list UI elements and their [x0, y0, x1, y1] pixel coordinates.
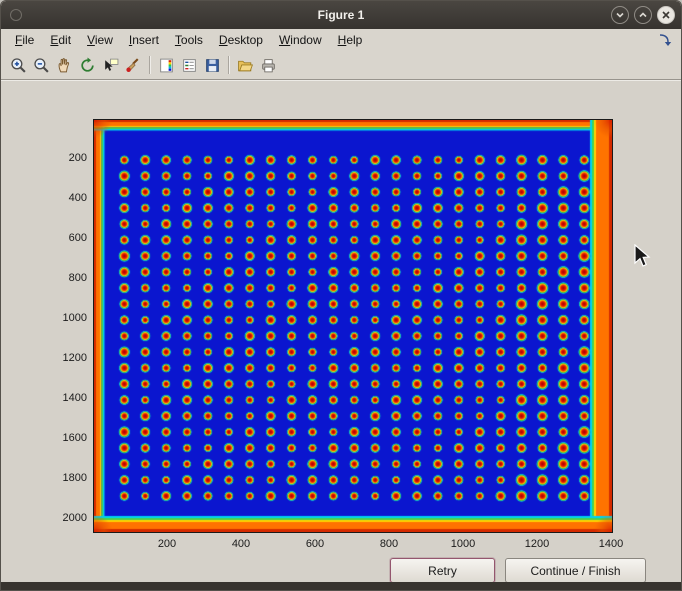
save-icon — [204, 57, 221, 74]
chevron-up-icon — [637, 9, 649, 21]
y-tick-label: 600 — [41, 232, 87, 244]
x-tick-label: 600 — [291, 538, 339, 550]
x-tick-label: 400 — [217, 538, 265, 550]
x-tick-label: 800 — [365, 538, 413, 550]
print-button[interactable] — [257, 54, 280, 77]
menubar-items: FileEditViewInsertToolsDesktopWindowHelp — [1, 29, 681, 51]
rotate-3d-button[interactable] — [76, 54, 99, 77]
y-tick-label: 200 — [41, 152, 87, 164]
print-icon — [260, 57, 277, 74]
window-title: Figure 1 — [1, 8, 681, 22]
x-tick-label: 1000 — [439, 538, 487, 550]
rotate-3d-icon — [79, 57, 96, 74]
menu-help[interactable]: Help — [330, 29, 371, 51]
y-tick-label: 1400 — [41, 392, 87, 404]
brush-icon — [125, 57, 142, 74]
menu-file[interactable]: File — [7, 29, 42, 51]
data-cursor-icon — [102, 57, 119, 74]
menu-tools[interactable]: Tools — [167, 29, 211, 51]
zoom-in-button[interactable] — [7, 54, 30, 77]
figure-client-area: 200 400 600 800 1000 1200 1400 1600 1800 2000 200… — [1, 81, 681, 582]
y-tick-label: 1600 — [41, 432, 87, 444]
x-tick-label: 200 — [143, 538, 191, 550]
insert-colorbar-icon — [158, 57, 175, 74]
pan-button[interactable] — [53, 54, 76, 77]
toolbar-divider — [228, 56, 230, 74]
minimize-button[interactable] — [611, 6, 629, 24]
menubar: FileEditViewInsertToolsDesktopWindowHelp — [1, 29, 681, 51]
window-border-bottom — [1, 582, 681, 590]
save-button[interactable] — [201, 54, 224, 77]
menu-desktop[interactable]: Desktop — [211, 29, 271, 51]
menu-insert[interactable]: Insert — [121, 29, 167, 51]
close-button[interactable] — [657, 6, 675, 24]
y-tick-label: 1000 — [41, 312, 87, 324]
menu-view[interactable]: View — [79, 29, 121, 51]
y-tick-label: 800 — [41, 272, 87, 284]
window-controls — [611, 6, 675, 24]
zoom-in-icon — [10, 57, 27, 74]
curved-arrow-icon — [657, 32, 673, 48]
zoom-out-icon — [33, 57, 50, 74]
open-folder-button[interactable] — [234, 54, 257, 77]
insert-legend-icon — [181, 57, 198, 74]
menu-window[interactable]: Window — [271, 29, 330, 51]
open-folder-icon — [237, 57, 254, 74]
data-cursor-button[interactable] — [99, 54, 122, 77]
y-tick-label: 400 — [41, 192, 87, 204]
zoom-out-button[interactable] — [30, 54, 53, 77]
menu-edit[interactable]: Edit — [42, 29, 79, 51]
toolbar — [1, 51, 681, 79]
x-tick-label: 1400 — [587, 538, 635, 550]
insert-colorbar-button[interactable] — [155, 54, 178, 77]
insert-legend-button[interactable] — [178, 54, 201, 77]
retry-button[interactable]: Retry — [390, 558, 495, 583]
y-tick-label: 2000 — [41, 512, 87, 524]
close-icon — [660, 9, 672, 21]
maximize-button[interactable] — [634, 6, 652, 24]
x-tick-label: 1200 — [513, 538, 561, 550]
brush-button[interactable] — [122, 54, 145, 77]
mouse-cursor — [634, 244, 652, 270]
titlebar[interactable]: Figure 1 — [1, 1, 681, 29]
figure-image[interactable] — [94, 120, 612, 532]
toolbar-divider — [149, 56, 151, 74]
chevron-down-icon — [614, 9, 626, 21]
y-tick-label: 1200 — [41, 352, 87, 364]
pan-icon — [56, 57, 73, 74]
axes[interactable] — [93, 119, 613, 533]
continue-finish-button[interactable]: Continue / Finish — [505, 558, 646, 583]
figure-window: Figure 1 FileEditViewInsertToolsDesktopW… — [0, 0, 682, 591]
y-tick-label: 1800 — [41, 472, 87, 484]
dock-figure-icon[interactable] — [657, 32, 673, 48]
